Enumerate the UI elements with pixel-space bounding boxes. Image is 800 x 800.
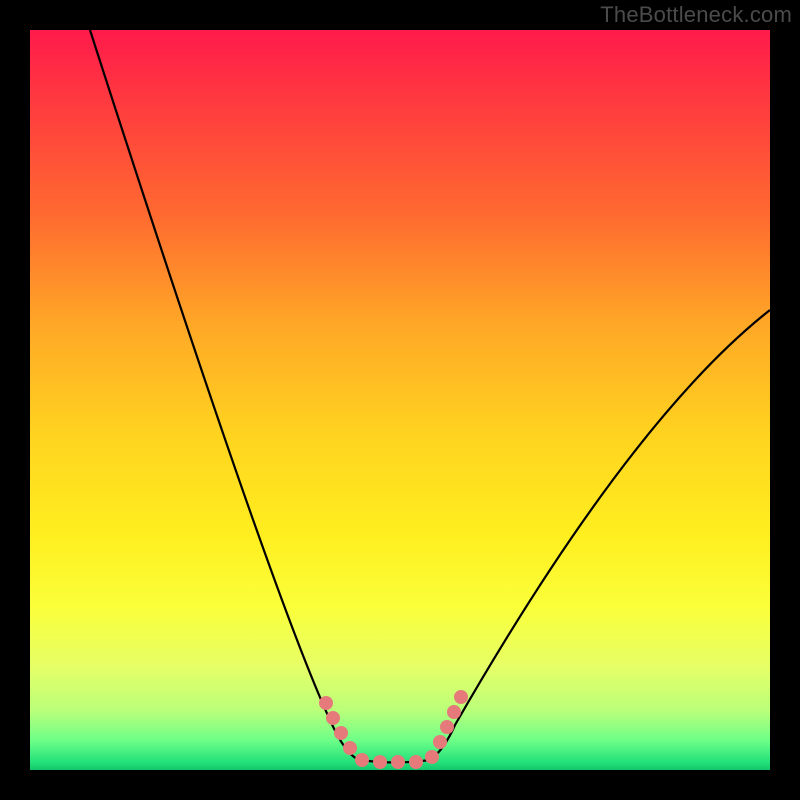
curve-layer [30,30,770,770]
watermark-text: TheBottleneck.com [600,2,792,28]
valley-markers [319,690,468,769]
right-curve [430,310,770,760]
plot-area [30,30,770,770]
left-curve [90,30,360,760]
chart-frame: TheBottleneck.com [0,0,800,800]
